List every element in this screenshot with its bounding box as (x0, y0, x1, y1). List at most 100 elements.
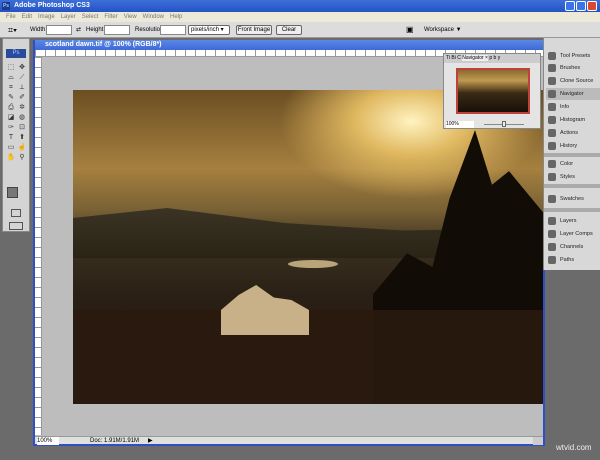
panel-color-button[interactable]: Color (546, 158, 600, 170)
navigator-zoom-field[interactable]: 100% (446, 121, 474, 128)
menu-view[interactable]: View (124, 14, 137, 20)
status-menu-arrow-icon[interactable]: ▶ (148, 437, 153, 445)
close-button[interactable] (587, 1, 597, 11)
color-icon (548, 160, 556, 168)
panel-clone-source-button[interactable]: Clone Source (546, 75, 600, 87)
panel-styles-button[interactable]: Styles (546, 171, 600, 183)
panel-label: Navigator (560, 91, 584, 97)
panel-swatches-button[interactable]: Swatches (546, 193, 600, 205)
slider-handle[interactable] (502, 121, 506, 127)
pen-tool-icon[interactable]: ⊡ (17, 123, 27, 132)
history-brush-tool-icon[interactable]: ✲ (17, 103, 27, 112)
panel-label: Brushes (560, 65, 581, 71)
ps-logo-icon: Ps (2, 2, 10, 10)
crop-tool-icon[interactable]: ⌗▾ (8, 22, 17, 38)
histogram-icon (548, 116, 556, 124)
history-icon (548, 142, 556, 150)
swatches-icon (548, 195, 556, 203)
styles-icon (548, 173, 556, 181)
navigator-panel: Ti Bi C Navigator × p b y 100% (443, 53, 541, 129)
menu-layer[interactable]: Layer (61, 14, 76, 20)
path-select-tool-icon[interactable]: ⬆ (17, 133, 27, 142)
menu-select[interactable]: Select (82, 14, 99, 20)
hand-tool-icon[interactable]: ✋ (6, 153, 16, 162)
panel-layer-comps-button[interactable]: Layer Comps (546, 228, 600, 240)
ps-toolbox-logo: Ps (6, 49, 26, 58)
panel-layers-button[interactable]: Layers (546, 215, 600, 227)
menu-file[interactable]: File (6, 14, 16, 20)
tab[interactable]: b (494, 55, 497, 61)
zoom-tool-icon[interactable]: ⚲ (17, 153, 27, 162)
stamp-tool-icon[interactable]: ⎙ (6, 103, 16, 112)
foreground-color-swatch[interactable] (7, 187, 18, 198)
crop-tool-icon[interactable]: ⌗ (6, 83, 16, 92)
panel-label: Styles (560, 174, 575, 180)
height-input[interactable] (104, 25, 130, 35)
panel-actions-button[interactable]: Actions (546, 127, 600, 139)
quick-mask-icon[interactable] (11, 209, 21, 217)
app-title: Adobe Photoshop CS3 (14, 2, 90, 9)
vertical-ruler[interactable] (35, 57, 42, 435)
shape-tool-icon[interactable]: ▭ (6, 143, 16, 152)
marquee-tool-icon[interactable]: ⬚ (6, 63, 16, 72)
panel-tool-presets-button[interactable]: Tool Presets (546, 50, 600, 62)
eyedropper-tool-icon[interactable]: ☝ (17, 143, 27, 152)
brush-icon (548, 64, 556, 72)
move-tool-icon[interactable]: ✥ (17, 63, 27, 72)
tab[interactable]: Ti (446, 55, 450, 61)
panel-navigator-button[interactable]: Navigator (546, 88, 600, 100)
panel-dock: (function(){var d=JSON.parse(document.ge… (543, 38, 600, 270)
panel-label: Actions (560, 130, 579, 136)
front-image-button[interactable]: Front Image (236, 25, 272, 35)
magic-wand-tool-icon[interactable]: ⟋ (17, 73, 27, 82)
menu-image[interactable]: Image (38, 14, 55, 20)
bridge-icon[interactable]: ▣ (406, 22, 414, 38)
tab-navigator[interactable]: Navigator × (462, 55, 488, 61)
swap-icon[interactable]: ⇄ (76, 22, 81, 38)
panel-label: Layer Comps (560, 231, 593, 237)
panel-label: Swatches (560, 196, 584, 202)
lasso-tool-icon[interactable]: ⌓ (6, 73, 16, 82)
tab[interactable]: p (489, 55, 492, 61)
gradient-tool-icon[interactable]: ◍ (17, 113, 27, 122)
menu-filter[interactable]: Filter (104, 14, 117, 20)
doc-size: Doc: 1.91M/1.91M (90, 438, 140, 444)
healing-tool-icon[interactable]: ✎ (6, 93, 16, 102)
clear-button[interactable]: Clear (276, 25, 302, 35)
panel-paths-button[interactable]: Paths (546, 254, 600, 266)
units-select[interactable]: pixels/inch ▾ (188, 25, 230, 35)
panel-brushes-button[interactable]: Brushes (546, 62, 600, 74)
panel-info-button[interactable]: Info (546, 101, 600, 113)
height-label: Height: (86, 27, 106, 33)
brush-tool-icon[interactable]: ✐ (17, 93, 27, 102)
navigator-icon (548, 90, 556, 98)
menu-edit[interactable]: Edit (22, 14, 32, 20)
menu-help[interactable]: Help (170, 14, 182, 20)
workspace-button[interactable]: Workspace ▼ (424, 22, 462, 38)
paths-icon (548, 256, 556, 264)
clone-source-icon (548, 77, 556, 85)
panel-histogram-button[interactable]: Histogram (546, 114, 600, 126)
panel-history-button[interactable]: History (546, 140, 600, 152)
resolution-input[interactable] (160, 25, 186, 35)
app-titlebar: Ps Adobe Photoshop CS3 (0, 0, 600, 12)
dodge-tool-icon[interactable]: ✑ (6, 123, 16, 132)
screen-mode-icon[interactable] (9, 222, 23, 230)
horizontal-scrollbar[interactable] (533, 437, 543, 445)
slice-tool-icon[interactable]: ⟂ (17, 83, 27, 92)
restore-button[interactable] (576, 1, 586, 11)
width-input[interactable] (46, 25, 72, 35)
tab[interactable]: C (457, 55, 461, 61)
navigator-thumbnail[interactable] (456, 68, 530, 114)
type-tool-icon[interactable]: T (6, 133, 16, 142)
panel-channels-button[interactable]: Channels (546, 241, 600, 253)
menu-window[interactable]: Window (143, 14, 164, 20)
document-canvas-photo[interactable] (73, 90, 543, 404)
tab[interactable]: y (498, 55, 501, 61)
eraser-tool-icon[interactable]: ◪ (6, 113, 16, 122)
panel-label: Clone Source (560, 78, 594, 84)
panel-label: History (560, 143, 578, 149)
minimize-button[interactable] (565, 1, 575, 11)
zoom-field[interactable]: 100% (37, 437, 59, 445)
tab[interactable]: Bi (451, 55, 455, 61)
